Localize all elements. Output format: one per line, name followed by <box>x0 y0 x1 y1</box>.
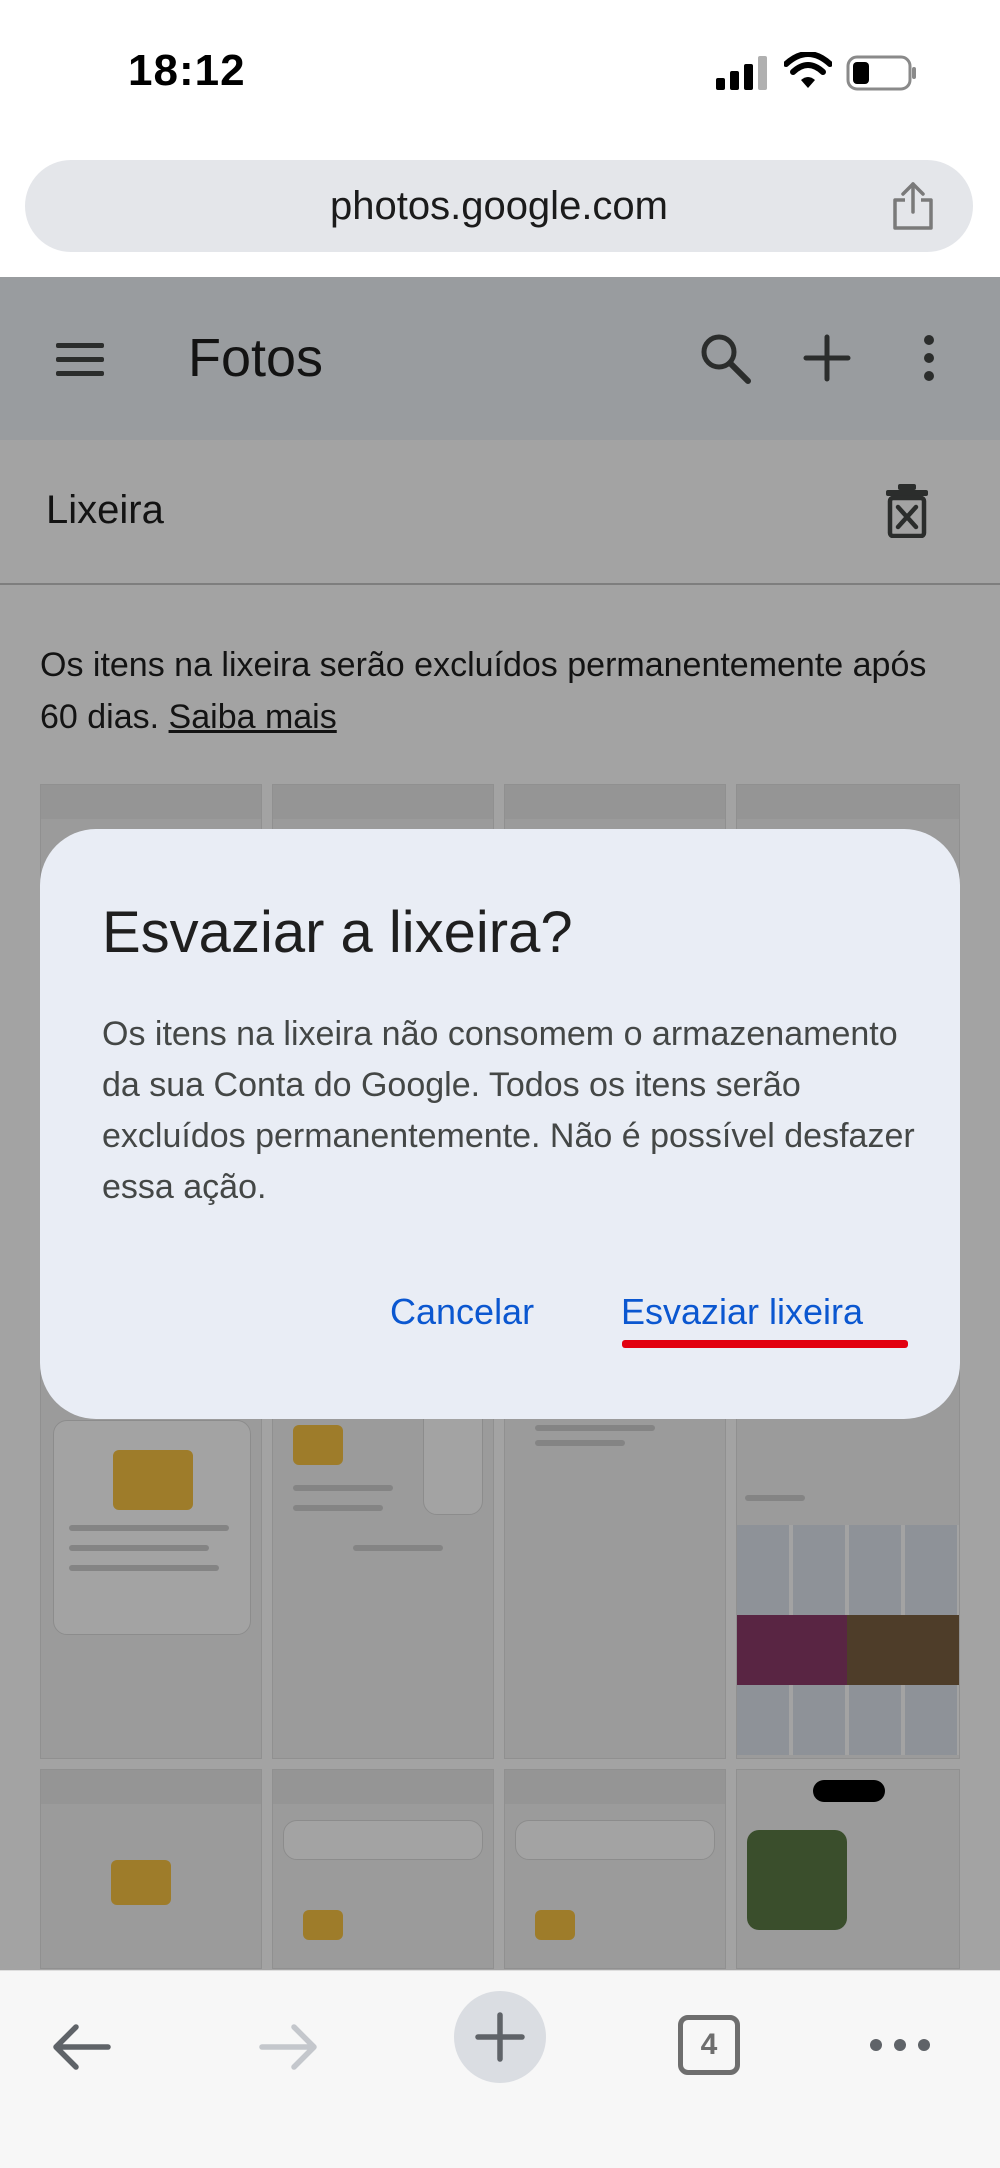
more-horiz-icon[interactable] <box>868 2037 932 2053</box>
forward-icon[interactable] <box>258 2021 320 2073</box>
status-time: 18:12 <box>128 46 246 95</box>
dialog-body: Os itens na lixeira não consomem o armaz… <box>102 1015 915 1206</box>
empty-trash-button[interactable]: Esvaziar lixeira <box>621 1291 863 1333</box>
highlight-underline <box>622 1340 908 1348</box>
back-icon[interactable] <box>50 2021 112 2073</box>
address-bar[interactable]: photos.google.com <box>25 160 973 252</box>
status-bar: 18:12 <box>0 0 1000 150</box>
battery-icon <box>846 55 916 91</box>
empty-trash-dialog: Esvaziar a lixeira? Os itens na lixeira … <box>40 829 960 1419</box>
cancel-button[interactable]: Cancelar <box>390 1291 534 1333</box>
browser-toolbar: 4 <box>0 1970 1000 2168</box>
dialog-title: Esvaziar a lixeira? <box>102 900 573 965</box>
new-tab-icon <box>475 2012 525 2062</box>
wifi-icon <box>784 52 832 88</box>
tabs-button[interactable]: 4 <box>678 2015 740 2075</box>
url-text: photos.google.com <box>329 184 668 228</box>
signal-icon <box>716 56 767 90</box>
share-icon[interactable] <box>889 180 937 232</box>
new-tab-button[interactable] <box>454 1991 546 2083</box>
